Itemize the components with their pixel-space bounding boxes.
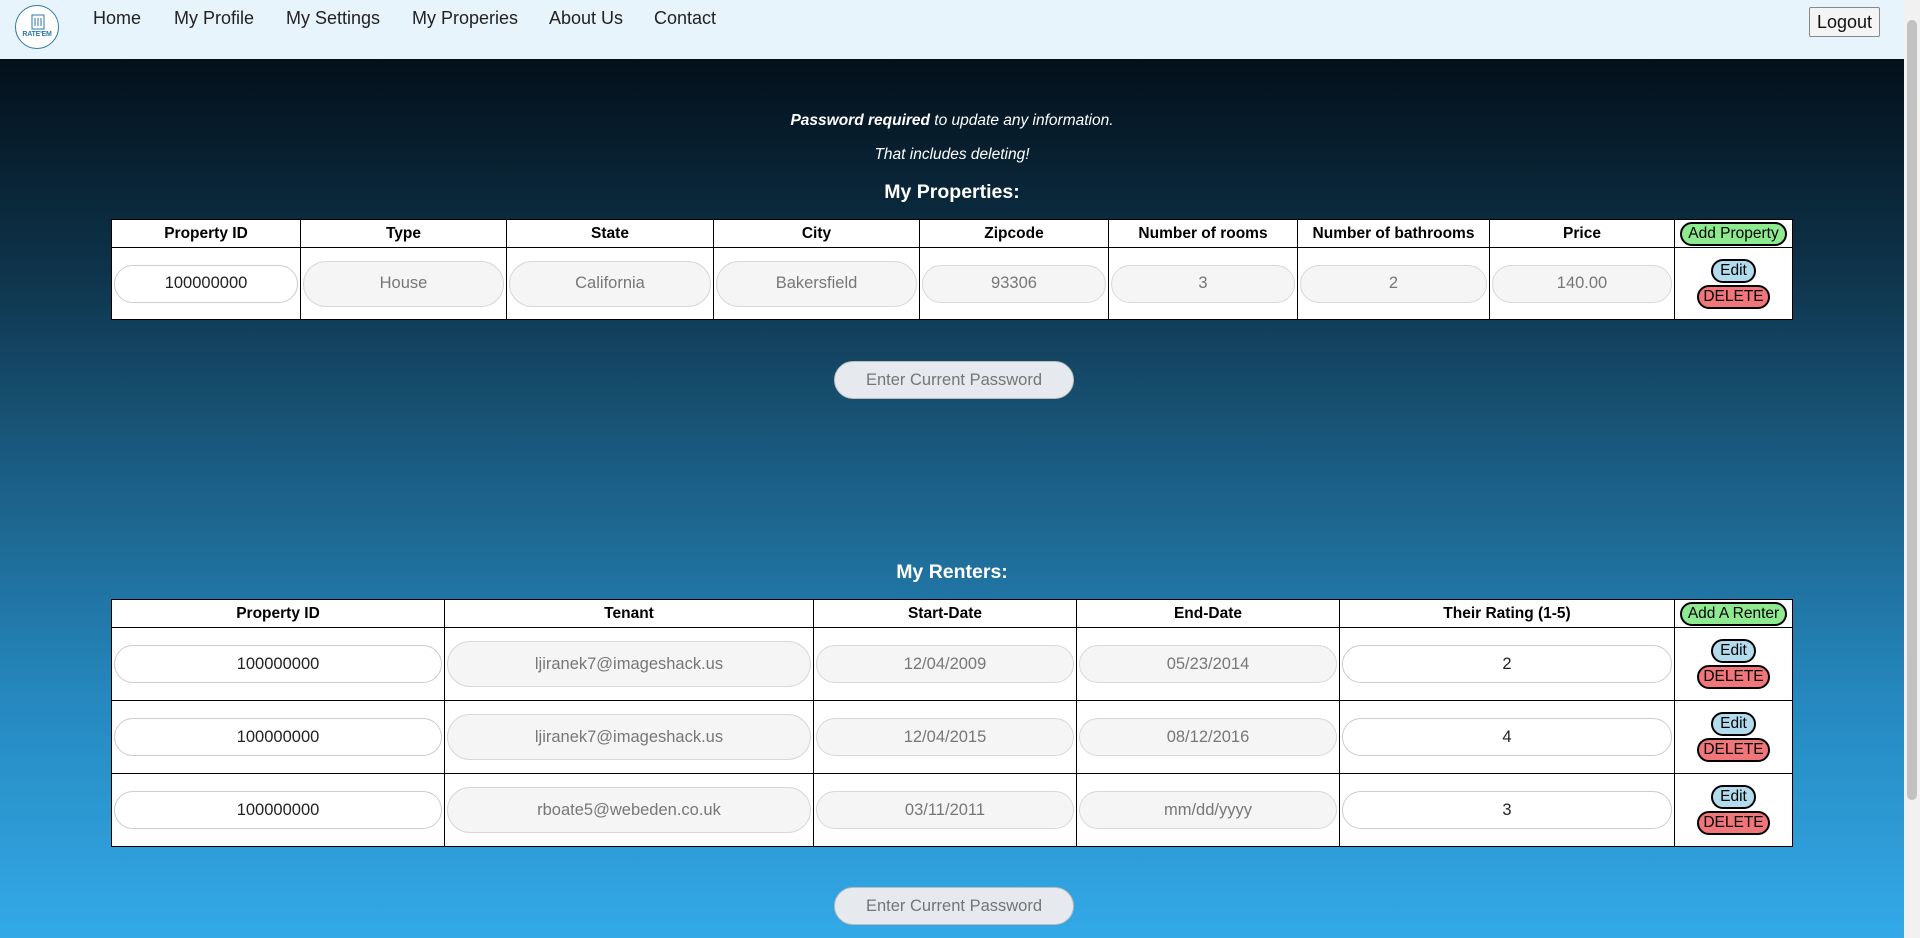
- add-renter-cell: Add A Renter: [1674, 599, 1793, 628]
- renter-rating-input[interactable]: [1342, 718, 1672, 756]
- delete-property-button[interactable]: DELETE: [1697, 284, 1770, 309]
- renter-tenant-select[interactable]: [447, 714, 811, 760]
- property-type-select[interactable]: [303, 260, 504, 307]
- edit-renter-button[interactable]: Edit: [1711, 712, 1756, 736]
- renter-rating-input[interactable]: [1342, 645, 1672, 683]
- properties-title: My Properties:: [884, 181, 1020, 203]
- password-notice-rest: to update any information.: [930, 112, 1114, 129]
- logout-button[interactable]: Logout: [1808, 7, 1880, 37]
- navbar: RATE'EM Home My Profile My Settings My P…: [0, 0, 1904, 59]
- header-state: State: [506, 219, 714, 248]
- property-zipcode-input[interactable]: [922, 264, 1106, 303]
- renter-tenant-select[interactable]: [447, 641, 811, 687]
- renter-end-date-input[interactable]: [1079, 718, 1337, 756]
- renter-start-date-input[interactable]: [816, 791, 1074, 829]
- header-start-date: Start-Date: [813, 599, 1077, 628]
- delete-renter-button[interactable]: DELETE: [1697, 738, 1770, 762]
- edit-renter-button[interactable]: Edit: [1711, 639, 1756, 663]
- header-zipcode: Zipcode: [919, 219, 1109, 248]
- delete-renter-button[interactable]: DELETE: [1697, 811, 1770, 835]
- properties-table: Property ID Type State City Zipcode Numb…: [111, 219, 1793, 320]
- renter-property-id-input[interactable]: [114, 645, 442, 683]
- renter-actions: Edit DELETE: [1674, 627, 1793, 701]
- delete-notice: That includes deleting!: [874, 146, 1030, 163]
- renter-end-date-input[interactable]: [1079, 791, 1337, 829]
- property-price-input[interactable]: [1492, 264, 1672, 303]
- header-end-date: End-Date: [1076, 599, 1340, 628]
- password-notice: Password required to update any informat…: [0, 112, 1904, 130]
- renters-title: My Renters:: [896, 561, 1008, 583]
- renters-table: Property ID Tenant Start-Date End-Date T…: [111, 599, 1793, 847]
- property-actions: Edit DELETE: [1674, 247, 1793, 320]
- renter-tenant-select[interactable]: [447, 787, 811, 833]
- header-rating: Their Rating (1-5): [1339, 599, 1675, 628]
- add-property-button[interactable]: Add Property: [1680, 221, 1787, 246]
- header-renter-property-id: Property ID: [111, 599, 445, 628]
- renter-actions: Edit DELETE: [1674, 773, 1793, 847]
- properties-header-row: Property ID Type State City Zipcode Numb…: [111, 219, 1793, 248]
- renter-start-date-input[interactable]: [816, 645, 1074, 683]
- header-type: Type: [300, 219, 507, 248]
- renter-row: Edit DELETE: [111, 627, 1793, 701]
- edit-renter-button[interactable]: Edit: [1711, 785, 1756, 809]
- nav-link-about-us[interactable]: About Us: [549, 8, 623, 29]
- renter-property-id-input[interactable]: [114, 791, 442, 829]
- header-bathrooms: Number of bathrooms: [1297, 219, 1490, 248]
- renter-actions: Edit DELETE: [1674, 700, 1793, 774]
- header-tenant: Tenant: [444, 599, 814, 628]
- renter-rating-input[interactable]: [1342, 791, 1672, 829]
- renter-row: Edit DELETE: [111, 773, 1793, 847]
- nav-link-my-settings[interactable]: My Settings: [286, 8, 380, 29]
- building-logo-icon[interactable]: RATE'EM: [15, 5, 59, 49]
- renter-property-id-input[interactable]: [114, 718, 442, 756]
- renters-password-input[interactable]: [834, 887, 1074, 925]
- property-row: Edit DELETE: [111, 247, 1793, 320]
- renter-row: Edit DELETE: [111, 700, 1793, 774]
- header-price: Price: [1489, 219, 1675, 248]
- properties-password-input[interactable]: [834, 361, 1074, 399]
- edit-property-button[interactable]: Edit: [1711, 258, 1756, 283]
- delete-renter-button[interactable]: DELETE: [1697, 665, 1770, 689]
- header-city: City: [713, 219, 920, 248]
- nav-link-home[interactable]: Home: [93, 8, 141, 29]
- property-bathrooms-input[interactable]: [1300, 264, 1487, 303]
- page-scrollbar[interactable]: [1904, 0, 1920, 938]
- nav-link-my-properties[interactable]: My Properies: [412, 8, 518, 29]
- add-property-cell: Add Property: [1674, 219, 1793, 248]
- renters-header-row: Property ID Tenant Start-Date End-Date T…: [111, 599, 1793, 628]
- logo-text: RATE'EM: [22, 31, 52, 38]
- nav-link-contact[interactable]: Contact: [654, 8, 716, 29]
- password-notice-bold: Password required: [790, 112, 930, 129]
- nav-link-my-profile[interactable]: My Profile: [174, 8, 254, 29]
- property-rooms-input[interactable]: [1111, 264, 1295, 303]
- header-rooms: Number of rooms: [1108, 219, 1298, 248]
- property-id-input[interactable]: [114, 264, 298, 303]
- header-property-id: Property ID: [111, 219, 301, 248]
- property-city-select[interactable]: [716, 260, 917, 307]
- renter-end-date-input[interactable]: [1079, 645, 1337, 683]
- add-renter-button[interactable]: Add A Renter: [1679, 601, 1788, 626]
- property-state-select[interactable]: [509, 260, 711, 307]
- renter-start-date-input[interactable]: [816, 718, 1074, 756]
- scrollbar-thumb[interactable]: [1907, 20, 1917, 800]
